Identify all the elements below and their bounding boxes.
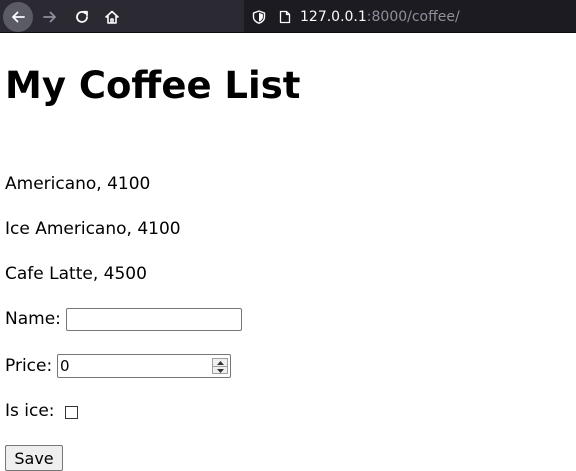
page-icon[interactable] (278, 10, 292, 24)
name-input[interactable] (66, 308, 242, 331)
name-label: Name: (5, 309, 61, 329)
price-label: Price: (5, 356, 53, 376)
url-path: :8000/coffee/ (366, 8, 460, 25)
coffee-list-item: Cafe Latte, 4500 (5, 264, 147, 284)
url-host: 127.0.0.1 (300, 8, 367, 25)
browser-toolbar: 127.0.0.1:8000/coffee/ (0, 0, 576, 33)
forward-button[interactable] (36, 0, 64, 33)
price-stepper[interactable] (212, 358, 228, 374)
back-button[interactable] (0, 0, 34, 33)
stepper-up-icon[interactable] (213, 359, 227, 367)
coffee-list-item: Americano, 4100 (5, 174, 151, 194)
back-arrow-icon (2, 1, 33, 32)
address-bar[interactable]: 127.0.0.1:8000/coffee/ (244, 0, 576, 33)
price-value[interactable] (60, 356, 200, 376)
coffee-list-item: Ice Americano, 4100 (5, 219, 181, 239)
price-input[interactable] (57, 354, 231, 378)
shield-icon[interactable] (252, 9, 266, 24)
url-text[interactable]: 127.0.0.1:8000/coffee/ (300, 9, 460, 25)
toolbar-divider (0, 32, 576, 33)
stepper-down-icon[interactable] (213, 367, 227, 374)
reload-icon (74, 9, 90, 25)
home-button[interactable] (98, 0, 126, 33)
home-icon (104, 9, 120, 25)
reload-button[interactable] (68, 0, 96, 33)
ice-checkbox[interactable] (65, 406, 78, 419)
ice-label: Is ice: (5, 401, 55, 421)
forward-arrow-icon (42, 9, 58, 25)
page-title: My Coffee List (5, 64, 301, 107)
save-button[interactable]: Save (5, 445, 63, 471)
